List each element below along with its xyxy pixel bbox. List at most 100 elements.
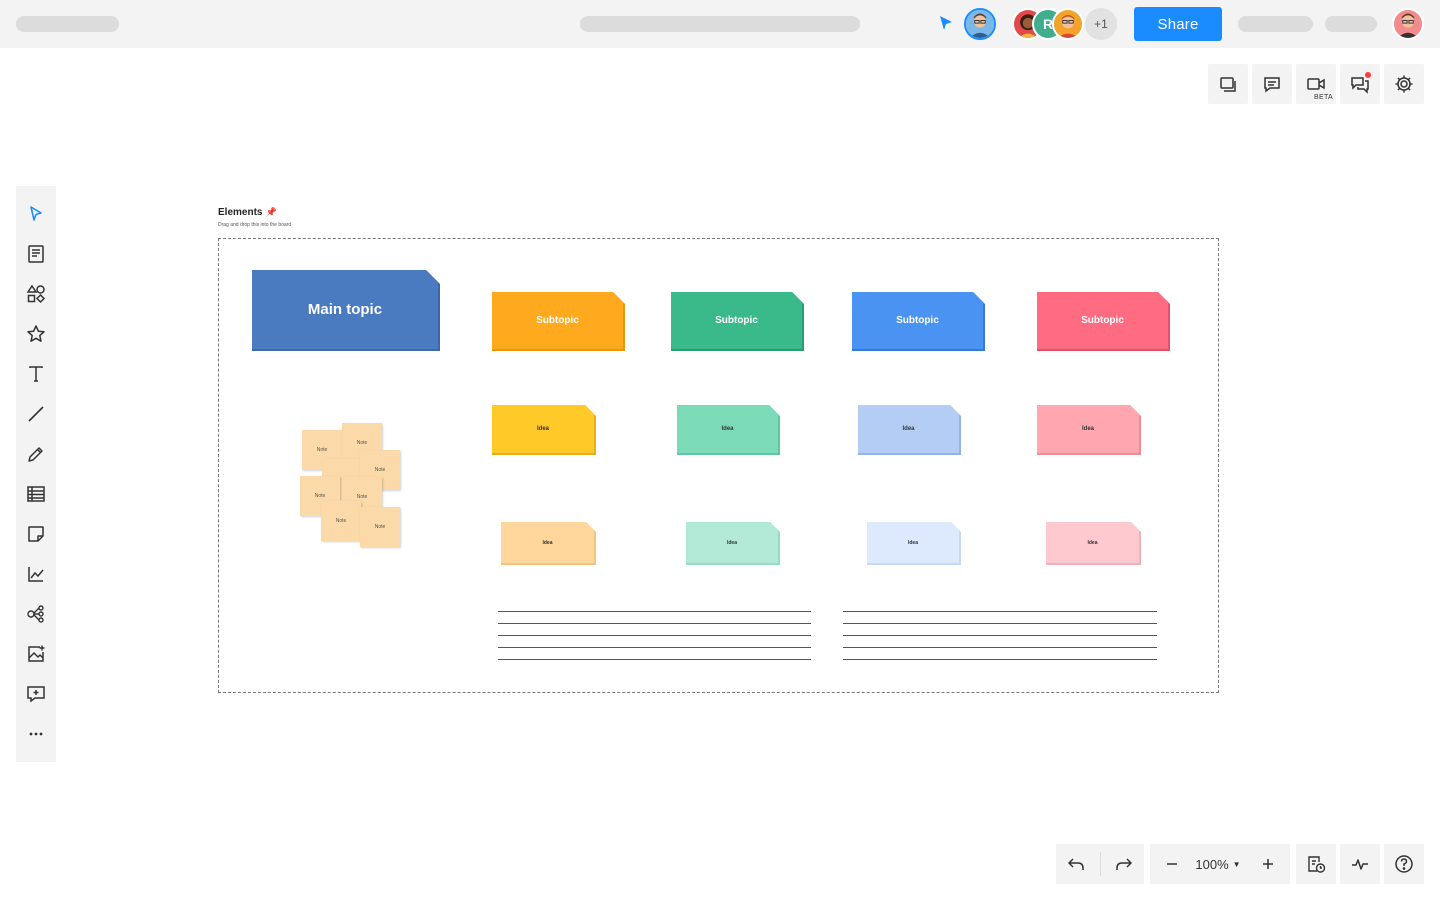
redo-button[interactable]	[1104, 844, 1144, 884]
icons-tool[interactable]	[16, 314, 56, 354]
subtopic-card[interactable]: Subtopic	[492, 292, 625, 351]
more-collaborators-count: +1	[1094, 17, 1108, 31]
line-icon	[28, 406, 44, 422]
sticky-note-label: Note	[316, 447, 328, 453]
version-history-button[interactable]	[1296, 844, 1336, 884]
idea-card[interactable]: Idea	[858, 405, 961, 455]
subtopic-card[interactable]: Subtopic	[1037, 292, 1170, 351]
idea-card[interactable]: Idea	[1046, 522, 1141, 565]
text-line	[843, 611, 1157, 612]
document-history-icon	[1308, 856, 1326, 873]
chart-tool[interactable]	[16, 554, 56, 594]
idea-card[interactable]: Idea	[492, 405, 596, 455]
left-toolbar	[16, 186, 56, 762]
sticky-note-label: Note	[335, 518, 347, 524]
document-title-placeholder[interactable]	[580, 16, 860, 32]
embed-tool[interactable]	[16, 674, 56, 714]
text-icon	[29, 366, 43, 382]
image-tool[interactable]	[16, 634, 56, 674]
collaborator-avatar[interactable]	[1052, 8, 1084, 40]
text-line	[843, 647, 1157, 648]
pages-icon	[1220, 77, 1236, 92]
undo-button[interactable]	[1056, 844, 1096, 884]
idea-label: Idea	[1081, 426, 1094, 432]
select-tool[interactable]	[16, 194, 56, 234]
chat-button[interactable]	[1340, 64, 1380, 104]
idea-card[interactable]: Idea	[867, 522, 961, 565]
mind-map-icon	[27, 605, 44, 623]
image-icon	[28, 645, 45, 662]
mind-map-tool[interactable]	[16, 594, 56, 634]
template-icon	[28, 245, 44, 263]
sticky-note-label: Note	[374, 467, 386, 473]
text-line	[498, 647, 811, 648]
zoom-in-button[interactable]	[1248, 844, 1288, 884]
templates-tool[interactable]	[16, 234, 56, 274]
history-controls	[1056, 844, 1144, 884]
settings-button[interactable]	[1384, 64, 1424, 104]
idea-face: Idea	[677, 405, 778, 453]
chart-icon	[28, 567, 44, 582]
zoom-out-button[interactable]	[1152, 844, 1192, 884]
idea-label: Idea	[726, 539, 737, 546]
sticky-note-label: Note	[356, 440, 368, 446]
idea-card[interactable]: Idea	[686, 522, 780, 565]
main-topic-card[interactable]: Main topic	[252, 270, 440, 351]
document-name-placeholder[interactable]	[16, 16, 119, 32]
elements-frame[interactable]: Main topic Subtopic Subtopic Subtopic Su…	[218, 238, 1219, 693]
add-comment-icon	[27, 686, 45, 703]
share-button[interactable]: Share	[1134, 7, 1222, 41]
sticky-note-label: Note	[314, 493, 326, 499]
frame-title: Elements 📌	[218, 207, 277, 218]
table-tool[interactable]	[16, 474, 56, 514]
notification-dot	[1365, 72, 1371, 78]
idea-card[interactable]: Idea	[501, 522, 596, 565]
comments-button[interactable]	[1252, 64, 1292, 104]
top-bar: R +1 Share	[0, 0, 1440, 48]
video-call-button[interactable]: BETA	[1296, 64, 1336, 104]
idea-face: Idea	[686, 522, 778, 563]
subtopic-card[interactable]: Subtopic	[852, 292, 985, 351]
idea-label: Idea	[536, 426, 549, 432]
frame-subtitle: Drag and drop this into the board	[218, 222, 292, 228]
plus-icon	[1263, 859, 1273, 869]
idea-face: Idea	[501, 522, 594, 563]
zoom-controls: 100% ▼	[1150, 844, 1290, 884]
more-collaborators-badge[interactable]: +1	[1085, 8, 1117, 40]
zoom-level-value: 100%	[1195, 856, 1229, 872]
video-icon	[1307, 78, 1325, 90]
cursor-follow-icon[interactable]	[937, 14, 955, 32]
help-control	[1384, 844, 1424, 884]
sticky-note-tool[interactable]	[16, 514, 56, 554]
pointer-icon	[30, 206, 42, 221]
account-avatar[interactable]	[1392, 8, 1424, 40]
more-tools-button[interactable]	[16, 714, 56, 754]
sticky-note[interactable]: Note	[321, 501, 361, 541]
pin-icon: 📌	[265, 207, 277, 217]
sticky-note[interactable]: Note	[360, 507, 400, 547]
help-button[interactable]	[1384, 844, 1424, 884]
current-user-avatar[interactable]	[964, 8, 996, 40]
pen-tool[interactable]	[16, 434, 56, 474]
idea-card[interactable]: Idea	[1037, 405, 1141, 455]
idea-card[interactable]: Idea	[677, 405, 780, 455]
redo-icon	[1116, 858, 1132, 870]
idea-face: Idea	[492, 405, 594, 453]
subtopic-face: Subtopic	[1037, 292, 1168, 349]
text-line	[498, 623, 811, 624]
sticky-note-label: Note	[374, 524, 386, 530]
pages-button[interactable]	[1208, 64, 1248, 104]
zoom-level-dropdown[interactable]: 100% ▼	[1188, 844, 1248, 884]
line-tool[interactable]	[16, 394, 56, 434]
menu-placeholder[interactable]	[1325, 16, 1377, 32]
share-label: Share	[1157, 15, 1199, 33]
menu-placeholder[interactable]	[1238, 16, 1313, 32]
frame-title-text: Elements	[218, 207, 263, 218]
help-icon	[1395, 855, 1413, 873]
subtopic-card[interactable]: Subtopic	[671, 292, 804, 351]
idea-face: Idea	[1037, 405, 1139, 453]
shapes-tool[interactable]	[16, 274, 56, 314]
text-tool[interactable]	[16, 354, 56, 394]
text-line	[498, 611, 811, 612]
activity-button[interactable]	[1340, 844, 1380, 884]
